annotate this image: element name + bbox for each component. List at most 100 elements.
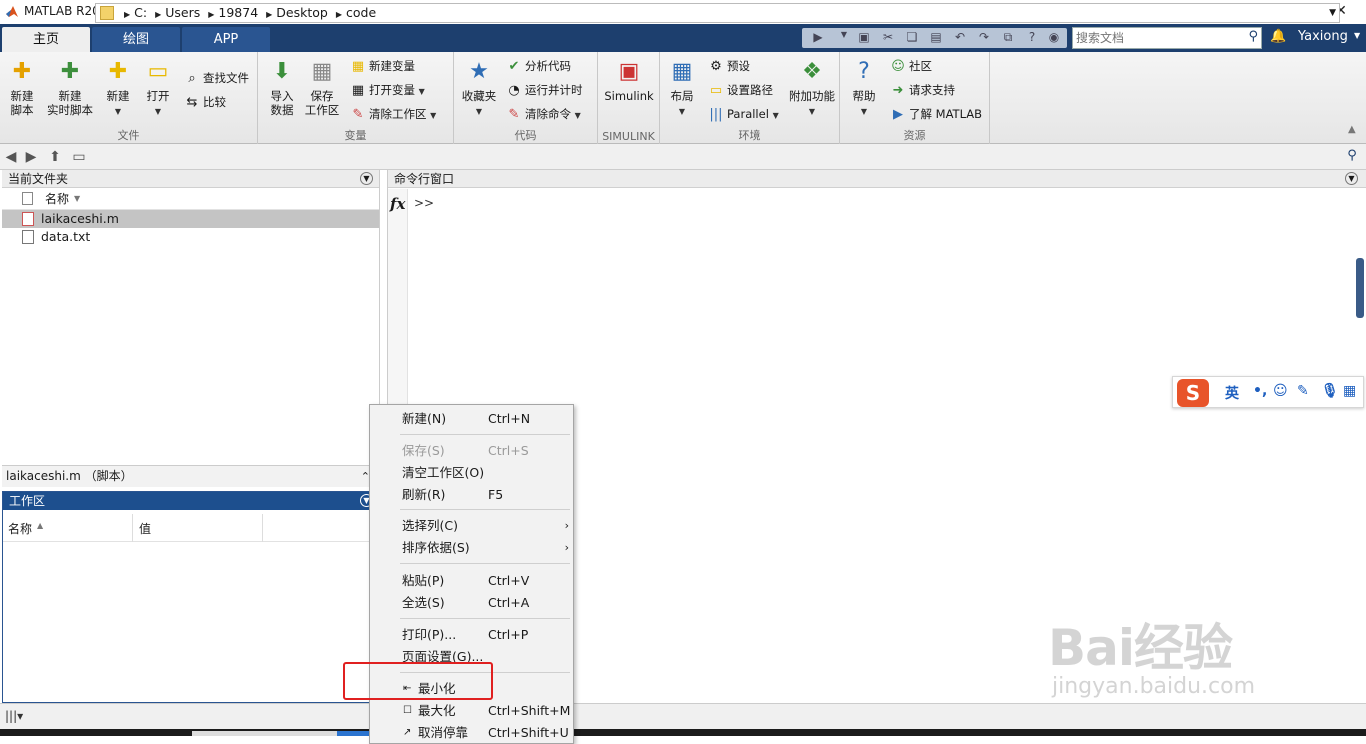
new-variable-button[interactable]: ▦ 新建变量: [350, 56, 415, 76]
run-and-time-button[interactable]: ◔ 运行并计时: [506, 80, 582, 100]
open-variable-button[interactable]: ▦ 打开变量 ▼: [350, 80, 425, 100]
status-bar: |||▾: [0, 703, 1366, 729]
redo-icon[interactable]: ↷: [976, 30, 992, 46]
copy-icon[interactable]: ❏: [904, 30, 920, 46]
skin-icon[interactable]: ✎: [1297, 383, 1309, 399]
save-workspace-button[interactable]: ▦ 保存 工作区: [300, 56, 344, 117]
save-icon[interactable]: ▣: [856, 30, 872, 46]
menu-item-paste[interactable]: 粘贴(P) Ctrl+V: [370, 570, 573, 592]
file-row[interactable]: data.txt: [2, 228, 379, 246]
search-documentation[interactable]: ⚲: [1072, 27, 1262, 49]
menu-item-save[interactable]: 保存(S) Ctrl+S: [370, 440, 573, 462]
new-script-button[interactable]: ✚ 新建 脚本: [0, 56, 44, 117]
menu-item-refresh[interactable]: 刷新(R) F5: [370, 484, 573, 506]
parallel-button[interactable]: ||| Parallel ▼: [708, 104, 778, 124]
new-live-script-button[interactable]: ✚ 新建 实时脚本: [46, 56, 94, 117]
menu-item-print[interactable]: 打印(P)... Ctrl+P: [370, 624, 573, 646]
search-icon[interactable]: ⚲: [1248, 29, 1258, 44]
current-path[interactable]: ▶ C: ▶ Users ▶ 19874 ▶ Desktop ▶ code ▼: [95, 3, 1340, 23]
simulink-button[interactable]: ▣ Simulink: [604, 56, 654, 103]
tab-apps[interactable]: APP: [182, 27, 270, 52]
menu-item-choose-columns[interactable]: 选择列(C) ›: [370, 515, 573, 537]
menu-item-new[interactable]: 新建(N) Ctrl+N: [370, 408, 573, 430]
search-input[interactable]: [1073, 28, 1243, 48]
chevron-down-icon[interactable]: ▼: [1354, 31, 1360, 40]
path-segment[interactable]: C:: [134, 5, 147, 20]
help-icon[interactable]: ?: [1024, 30, 1040, 46]
tab-home[interactable]: 主页: [2, 27, 90, 52]
menu-item-clear-workspace[interactable]: 清空工作区(O): [370, 462, 573, 484]
collapse-toolstrip-icon[interactable]: ▲: [1348, 124, 1356, 135]
menu-item-select-all[interactable]: 全选(S) Ctrl+A: [370, 592, 573, 614]
file-name[interactable]: laikaceshi.m: [41, 210, 119, 228]
chevron-down-icon[interactable]: ▼: [836, 30, 852, 46]
column-name[interactable]: 名称: [8, 520, 32, 537]
more-icon[interactable]: ◉: [1046, 30, 1062, 46]
open-button[interactable]: ▭ 打开 ▼: [136, 56, 180, 119]
command-prompt[interactable]: >>: [414, 196, 434, 210]
panel-menu-icon[interactable]: ▼: [1345, 172, 1358, 185]
favorites-button[interactable]: ★ 收藏夹 ▼: [456, 56, 502, 119]
column-name[interactable]: 名称: [45, 188, 69, 210]
preferences-button[interactable]: ⚙ 预设: [708, 56, 750, 76]
up-folder-icon[interactable]: ⬆: [46, 148, 64, 166]
switch-windows-icon[interactable]: ⧉: [1000, 30, 1016, 46]
analyze-code-button[interactable]: ✔ 分析代码: [506, 56, 571, 76]
help-button[interactable]: ? 帮助 ▼: [842, 56, 886, 119]
undo-icon[interactable]: ↶: [952, 30, 968, 46]
column-value[interactable]: 值: [139, 520, 151, 537]
new-script-icon: ✚: [12, 59, 32, 84]
addons-button[interactable]: ❖ 附加功能 ▼: [788, 56, 836, 119]
scrollbar[interactable]: [1356, 258, 1364, 318]
community-button[interactable]: ☺ 社区: [890, 56, 932, 76]
path-segment[interactable]: 19874: [218, 5, 258, 20]
set-path-button[interactable]: ▭ 设置路径: [708, 80, 773, 100]
user-account[interactable]: 🔔 Yaxiong ▼: [1268, 28, 1366, 48]
back-icon[interactable]: ◀: [2, 148, 20, 166]
bell-icon[interactable]: 🔔: [1270, 29, 1286, 44]
panel-menu-icon[interactable]: ▼: [360, 172, 373, 185]
path-segment[interactable]: code: [346, 5, 376, 20]
learn-matlab-button[interactable]: ▶ 了解 MATLAB: [890, 104, 982, 124]
tab-plots[interactable]: 绘图: [92, 27, 180, 52]
menu-item-sort-by[interactable]: 排序依据(S) ›: [370, 537, 573, 559]
search-icon[interactable]: ⚲: [1343, 148, 1361, 166]
address-bar: ◀ ▶ ⬆ ▭: [0, 144, 1366, 170]
file-name[interactable]: data.txt: [41, 228, 90, 246]
layout-button[interactable]: ▦ 布局 ▼: [660, 56, 704, 119]
cut-icon[interactable]: ✂: [880, 30, 896, 46]
clear-workspace-button[interactable]: ✎ 清除工作区 ▼: [350, 104, 437, 124]
run-icon[interactable]: ▶: [810, 30, 826, 46]
path-segment[interactable]: Users: [165, 5, 200, 20]
status-icon[interactable]: |||▾: [5, 709, 23, 723]
toolstrip: ✚ 新建 脚本 ✚ 新建 实时脚本 ✚ 新建 ▼ ▭ 打开 ▼ ⌕ 查找文件 ⇆ 比较 …: [0, 52, 1366, 144]
panel-header: 当前文件夹 ▼: [2, 170, 379, 188]
menu-item-maximize[interactable]: ☐ 最大化 Ctrl+Shift+M: [370, 700, 573, 722]
sort-icon[interactable]: ▼: [74, 188, 80, 210]
details-bar[interactable]: laikaceshi.m （脚本） ⌃: [2, 465, 380, 487]
browse-folder-icon[interactable]: ▭: [70, 148, 88, 166]
column-header[interactable]: 名称 ▼: [2, 188, 379, 210]
ime-mode[interactable]: 英: [1225, 383, 1239, 403]
emoji-icon[interactable]: ☺: [1273, 383, 1288, 399]
forward-icon[interactable]: ▶: [22, 148, 40, 166]
function-browser-icon[interactable]: fx: [390, 195, 405, 213]
find-files-button[interactable]: ⌕ 查找文件: [184, 68, 249, 88]
file-row[interactable]: laikaceshi.m: [2, 210, 379, 228]
punctuation-icon[interactable]: •,: [1253, 383, 1267, 399]
chevron-down-icon[interactable]: ▼: [1329, 4, 1336, 22]
clear-commands-button[interactable]: ✎ 清除命令 ▼: [506, 104, 581, 124]
microphone-icon[interactable]: 🎙: [1321, 383, 1339, 399]
path-segment[interactable]: Desktop: [276, 5, 328, 20]
sogou-logo[interactable]: S: [1177, 379, 1209, 407]
sort-icon[interactable]: ▲: [37, 521, 43, 530]
toolbox-icon[interactable]: ▦: [1343, 383, 1356, 399]
compare-button[interactable]: ⇆ 比较: [184, 92, 226, 112]
user-name[interactable]: Yaxiong: [1298, 29, 1348, 44]
new-button[interactable]: ✚ 新建 ▼: [96, 56, 140, 119]
import-data-button[interactable]: ⬇ 导入 数据: [260, 56, 304, 117]
menu-item-undock[interactable]: ↗ 取消停靠 Ctrl+Shift+U: [370, 722, 573, 744]
environment-section: ▦ 布局 ▼ ⚙ 预设 ▭ 设置路径 ||| Parallel ▼ ❖ 附加功能 ▼ 环境: [660, 52, 840, 144]
request-support-button[interactable]: ➜ 请求支持: [890, 80, 955, 100]
paste-icon[interactable]: ▤: [928, 30, 944, 46]
